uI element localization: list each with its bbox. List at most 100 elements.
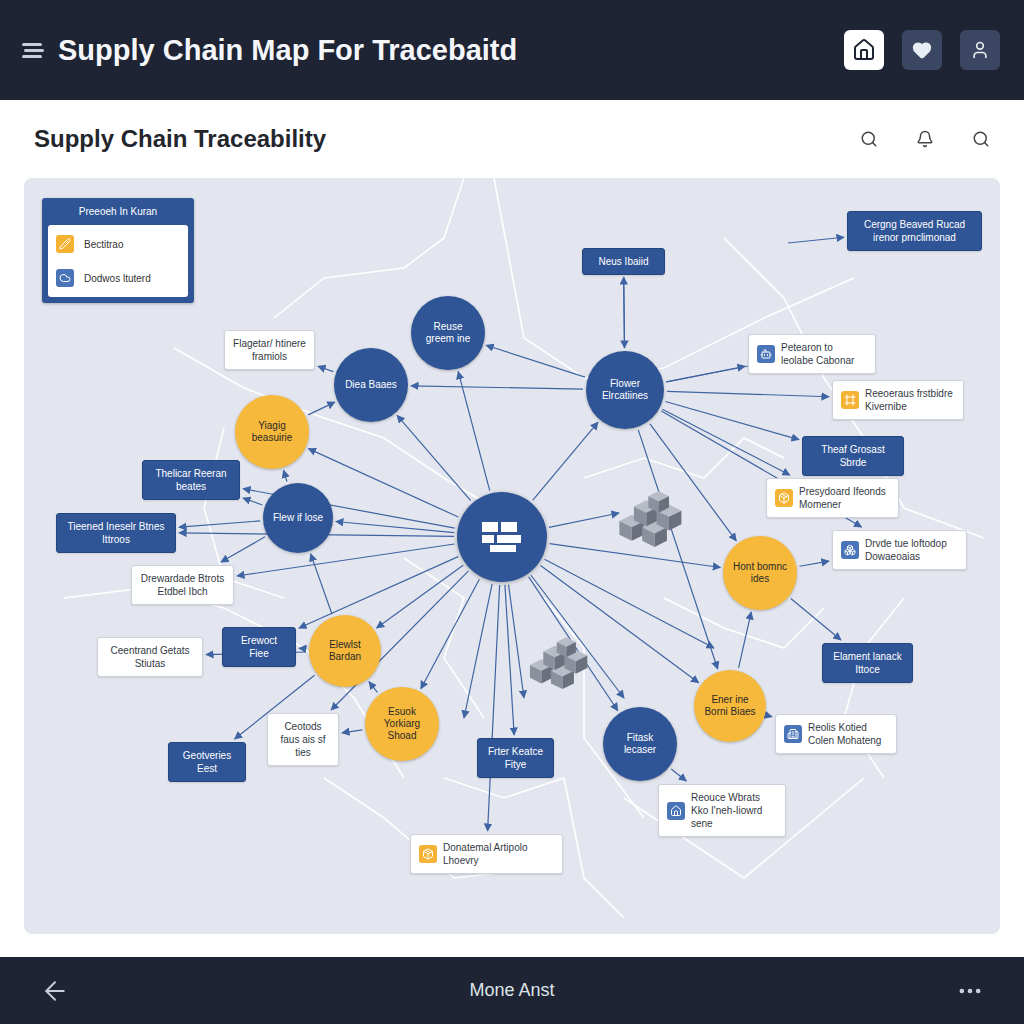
flow-edge bbox=[533, 422, 598, 500]
map-canvas[interactable]: Preeoeh In Kuran Bectitrao Dodwos ltuterd N… bbox=[24, 178, 1000, 934]
node-label[interactable]: Donatemal Artipolo Lhoevry bbox=[410, 834, 563, 874]
hub-node[interactable] bbox=[457, 492, 547, 582]
legend-item: Dodwos ltuterd bbox=[56, 269, 180, 287]
supply-node[interactable]: Fitask lecaser bbox=[603, 707, 677, 781]
flow-edge bbox=[541, 566, 699, 683]
node-label[interactable]: Reolis Kotied Colen Mohateng bbox=[775, 714, 897, 754]
more-button[interactable] bbox=[956, 977, 984, 1005]
facility-icon bbox=[841, 391, 859, 409]
warehouse-icon bbox=[528, 636, 595, 694]
supply-node[interactable]: Flower Elrcatiines bbox=[586, 351, 664, 429]
node-label[interactable]: Thelicar Reeran beates bbox=[142, 460, 240, 500]
node-label[interactable]: Ceotods faus ais sf ties bbox=[267, 713, 339, 766]
flow-edge bbox=[308, 402, 335, 415]
facility-icon bbox=[784, 725, 802, 743]
flow-edge bbox=[505, 585, 514, 735]
legend-card: Bectitrao Dodwos ltuterd bbox=[48, 225, 188, 297]
profile-button[interactable] bbox=[960, 30, 1000, 70]
page: Supply Chain Map For Tracebaitd Supply Ch… bbox=[0, 0, 1024, 1024]
node-label[interactable]: Petearon to leolabe Cabonar bbox=[748, 334, 876, 374]
flow-edge bbox=[488, 585, 500, 831]
flow-edge bbox=[545, 559, 714, 648]
node-label[interactable]: Geotveries Eest bbox=[168, 742, 246, 782]
app-title: Supply Chain Map For Tracebaitd bbox=[58, 34, 517, 67]
flow-edge bbox=[667, 391, 829, 396]
legend-item: Bectitrao bbox=[56, 235, 180, 253]
flow-edge bbox=[486, 345, 585, 377]
search-button[interactable] bbox=[860, 130, 878, 148]
heart-icon bbox=[912, 40, 932, 60]
flow-edge bbox=[377, 565, 464, 628]
supply-node[interactable]: Elewlst Bardan bbox=[309, 615, 381, 687]
supply-node[interactable]: Yiagig beasuirie bbox=[235, 395, 309, 469]
node-label[interactable]: Ceentrand Getats Stiutas bbox=[97, 637, 203, 677]
sub-header: Supply Chain Traceability bbox=[0, 100, 1024, 178]
bottom-bar: Mone Anst bbox=[0, 957, 1024, 1024]
flow-edge bbox=[397, 415, 471, 500]
pencil-icon bbox=[56, 235, 74, 253]
flow-edge bbox=[411, 386, 583, 389]
node-label[interactable]: Flagetar/ htinere framiols bbox=[224, 330, 315, 370]
cloud-icon bbox=[56, 269, 74, 287]
top-bar: Supply Chain Map For Tracebaitd bbox=[0, 0, 1024, 100]
supply-node[interactable]: Ener ine Borni Biaes bbox=[694, 670, 766, 742]
supply-node[interactable]: Esuok Yorkiarg Shoad bbox=[365, 687, 439, 761]
flow-edge bbox=[299, 557, 458, 628]
node-label[interactable]: Neus Ibaiid bbox=[582, 248, 665, 275]
supply-node[interactable]: Reuse greem ine bbox=[411, 296, 485, 370]
header-actions bbox=[844, 30, 1000, 70]
home-button[interactable] bbox=[844, 30, 884, 70]
page-title: Supply Chain Traceability bbox=[34, 125, 326, 153]
legend-title: Preeoeh In Kuran bbox=[48, 206, 188, 217]
road-line bbox=[724, 238, 984, 538]
node-label[interactable]: Reeoeraus frstbidre Kivernibe bbox=[832, 380, 964, 420]
node-label[interactable]: Presydoard Ifeonds Momener bbox=[766, 478, 899, 518]
node-label[interactable]: Theaf Grosast Sbrde bbox=[802, 436, 904, 476]
flow-edge bbox=[458, 372, 489, 491]
flow-edge bbox=[464, 584, 492, 718]
back-button[interactable] bbox=[40, 976, 70, 1006]
flow-edge bbox=[768, 716, 772, 717]
warehouse-icon bbox=[617, 490, 690, 552]
flow-edge bbox=[550, 544, 721, 568]
supply-node[interactable]: Flew if lose bbox=[263, 483, 333, 553]
facility-icon bbox=[419, 845, 437, 863]
supply-node[interactable]: Hont bomnc ides bbox=[723, 536, 797, 610]
flow-edge bbox=[529, 577, 618, 711]
facility-icon bbox=[757, 345, 775, 363]
node-label[interactable]: Elament lanack Ittoce bbox=[822, 643, 913, 683]
node-label[interactable]: Tieened Ineselr Btnes Ittroos bbox=[56, 513, 176, 553]
flow-edge bbox=[421, 579, 480, 688]
bell-icon bbox=[916, 130, 934, 148]
favorites-button[interactable] bbox=[902, 30, 942, 70]
grid-icon bbox=[480, 520, 524, 554]
search-icon bbox=[860, 130, 878, 148]
node-label[interactable]: Cergng Beaved Rucad irenor prnclimonad bbox=[847, 211, 982, 251]
arrow-left-icon bbox=[40, 976, 70, 1006]
flow-edge bbox=[318, 366, 333, 371]
flow-edge bbox=[243, 498, 262, 505]
flow-edge bbox=[179, 521, 260, 527]
node-label[interactable]: Drvde tue loftodop Dowaeoaias bbox=[832, 530, 967, 570]
flow-edge bbox=[284, 470, 287, 481]
sub-actions bbox=[860, 130, 990, 148]
flow-edge bbox=[369, 682, 377, 693]
footer-title: Mone Anst bbox=[469, 980, 554, 1001]
flow-edge bbox=[508, 585, 524, 698]
flow-edge bbox=[791, 599, 841, 640]
node-label[interactable]: Frter Keatce Fitye bbox=[477, 738, 554, 778]
notifications-button[interactable] bbox=[916, 130, 934, 148]
node-label[interactable]: Drewardade Btrots Etdbel Ibch bbox=[131, 565, 234, 605]
supply-node[interactable]: Diea Baaes bbox=[334, 348, 408, 422]
node-label[interactable]: Erewoct Fiee bbox=[222, 627, 296, 667]
flow-edge bbox=[342, 730, 362, 733]
flow-edge bbox=[788, 237, 844, 243]
flow-edge bbox=[336, 522, 454, 533]
facility-icon bbox=[775, 489, 793, 507]
flow-edge bbox=[662, 409, 790, 475]
node-label[interactable]: Reouce Wbrats Kko I'neh-Iiowrd sene bbox=[658, 784, 786, 837]
search-button[interactable] bbox=[972, 130, 990, 148]
search-icon bbox=[972, 130, 990, 148]
flow-edge bbox=[531, 575, 624, 698]
flow-edge bbox=[221, 537, 265, 562]
